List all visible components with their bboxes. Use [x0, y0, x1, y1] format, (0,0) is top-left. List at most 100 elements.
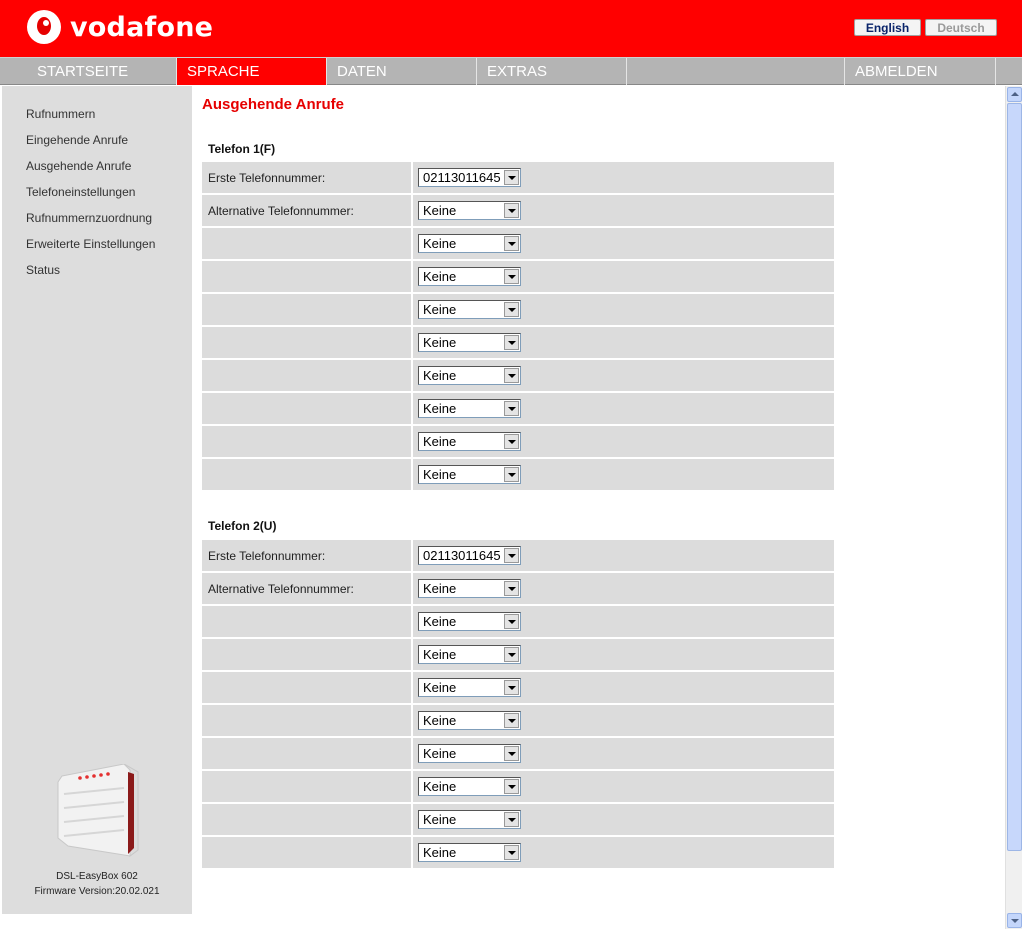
chevron-down-icon[interactable] — [504, 746, 519, 761]
sidebar-item-erweiterte-einstellungen[interactable]: Erweiterte Einstellungen — [26, 237, 155, 251]
chevron-down-icon[interactable] — [504, 434, 519, 449]
chevron-down-icon[interactable] — [504, 812, 519, 827]
chevron-down-icon[interactable] — [504, 269, 519, 284]
phone-number-select[interactable]: Keine — [418, 579, 521, 598]
row-value-cell: Keine — [412, 803, 834, 837]
nav-tab-sprache[interactable]: SPRACHE — [177, 58, 327, 85]
sidebar-item-ausgehende-anrufe[interactable]: Ausgehende Anrufe — [26, 159, 131, 173]
phone-number-select[interactable]: Keine — [418, 678, 521, 697]
chevron-down-icon[interactable] — [504, 401, 519, 416]
table-row: Keine — [202, 704, 834, 738]
row-label — [202, 260, 413, 294]
vodafone-speechmark-icon — [27, 10, 61, 44]
phone-number-select[interactable]: Keine — [418, 777, 521, 796]
row-label — [202, 671, 413, 705]
chevron-down-icon[interactable] — [504, 581, 519, 596]
phone-number-select[interactable]: Keine — [418, 744, 521, 763]
row-value-cell: Keine — [412, 392, 834, 426]
select-value: 02113011645 — [423, 548, 501, 563]
sidebar-item-eingehende-anrufe[interactable]: Eingehende Anrufe — [26, 133, 128, 147]
table-row: Keine — [202, 260, 834, 294]
english-button[interactable]: English — [854, 19, 921, 36]
chevron-down-icon[interactable] — [504, 302, 519, 317]
row-label — [202, 392, 413, 426]
phone-number-select[interactable]: Keine — [418, 432, 521, 451]
scrollbar-thumb[interactable] — [1007, 103, 1022, 851]
row-value-cell: Keine — [412, 326, 834, 360]
select-value: Keine — [423, 614, 457, 629]
scroll-down-icon[interactable] — [1007, 913, 1022, 928]
row-label — [202, 638, 413, 672]
nav-tab-daten[interactable]: DATEN — [327, 58, 477, 85]
chevron-down-icon[interactable] — [504, 779, 519, 794]
phone-number-select[interactable]: Keine — [418, 645, 521, 664]
phone-number-select[interactable]: Keine — [418, 612, 521, 631]
chevron-down-icon[interactable] — [504, 170, 519, 185]
telefon-2-table: Erste Telefonnummer: 02113011645 Alternati… — [202, 540, 834, 870]
chevron-down-icon[interactable] — [504, 203, 519, 218]
sidebar-item-rufnummernzuordnung[interactable]: Rufnummernzuordnung — [26, 211, 152, 225]
select-value: Keine — [423, 401, 457, 416]
select-value: Keine — [423, 713, 457, 728]
row-value-cell: Keine — [412, 425, 834, 459]
row-label — [202, 704, 413, 738]
row-value-cell: Keine — [412, 260, 834, 294]
phone-number-select[interactable]: Keine — [418, 711, 521, 730]
phone-number-select[interactable]: Keine — [418, 366, 521, 385]
vodafone-logo[interactable]: vodafone — [27, 10, 213, 44]
nav-tab-abmelden[interactable]: ABMELDEN — [845, 58, 996, 85]
row-value-cell: 02113011645 — [412, 162, 834, 195]
row-value-cell: Keine — [412, 293, 834, 327]
select-value: Keine — [423, 680, 457, 695]
row-value-cell: 02113011645 — [412, 540, 834, 573]
phone-number-select[interactable]: 02113011645 — [418, 546, 521, 565]
chevron-down-icon[interactable] — [504, 335, 519, 350]
nav-tab-startseite[interactable]: STARTSEITE — [27, 58, 177, 85]
phone-number-select[interactable]: Keine — [418, 399, 521, 418]
phone-number-select[interactable]: Keine — [418, 810, 521, 829]
chevron-down-icon[interactable] — [504, 548, 519, 563]
sidebar-item-status[interactable]: Status — [26, 263, 60, 277]
vertical-scrollbar[interactable] — [1005, 86, 1022, 929]
row-value-cell: Keine — [412, 737, 834, 771]
select-value: Keine — [423, 779, 457, 794]
row-label — [202, 425, 413, 459]
deutsch-button[interactable]: Deutsch — [925, 19, 997, 36]
phone-number-select[interactable]: Keine — [418, 843, 521, 862]
row-label — [202, 458, 413, 492]
table-row: Keine — [202, 293, 834, 327]
select-value: Keine — [423, 203, 457, 218]
phone-number-select[interactable]: 02113011645 — [418, 168, 521, 187]
router-device-image — [57, 764, 139, 857]
table-row: Keine — [202, 326, 834, 360]
scroll-up-icon[interactable] — [1007, 87, 1022, 102]
select-value: Keine — [423, 746, 457, 761]
table-row: Keine — [202, 392, 834, 426]
chevron-down-icon[interactable] — [504, 680, 519, 695]
row-value-cell: Keine — [412, 458, 834, 492]
firmware-version: Firmware Version:20.02.021 — [34, 886, 160, 897]
chevron-down-icon[interactable] — [504, 713, 519, 728]
nav-tab-extras[interactable]: EXTRAS — [477, 58, 627, 85]
phone-number-select[interactable]: Keine — [418, 300, 521, 319]
sidebar-item-telefoneinstellungen[interactable]: Telefoneinstellungen — [26, 185, 135, 199]
select-value: Keine — [423, 812, 457, 827]
select-value: Keine — [423, 269, 457, 284]
row-label — [202, 770, 413, 804]
phone-number-select[interactable]: Keine — [418, 333, 521, 352]
row-value-cell: Keine — [412, 770, 834, 804]
phone-number-select[interactable]: Keine — [418, 201, 521, 220]
phone-number-select[interactable]: Keine — [418, 267, 521, 286]
sidebar-item-rufnummern[interactable]: Rufnummern — [26, 107, 95, 121]
chevron-down-icon[interactable] — [504, 614, 519, 629]
chevron-down-icon[interactable] — [504, 467, 519, 482]
row-value-cell: Keine — [412, 638, 834, 672]
chevron-down-icon[interactable] — [504, 368, 519, 383]
phone-number-select[interactable]: Keine — [418, 465, 521, 484]
chevron-down-icon[interactable] — [504, 647, 519, 662]
phone-number-select[interactable]: Keine — [418, 234, 521, 253]
select-value: Keine — [423, 581, 457, 596]
chevron-down-icon[interactable] — [504, 236, 519, 251]
row-label — [202, 737, 413, 771]
chevron-down-icon[interactable] — [504, 845, 519, 860]
